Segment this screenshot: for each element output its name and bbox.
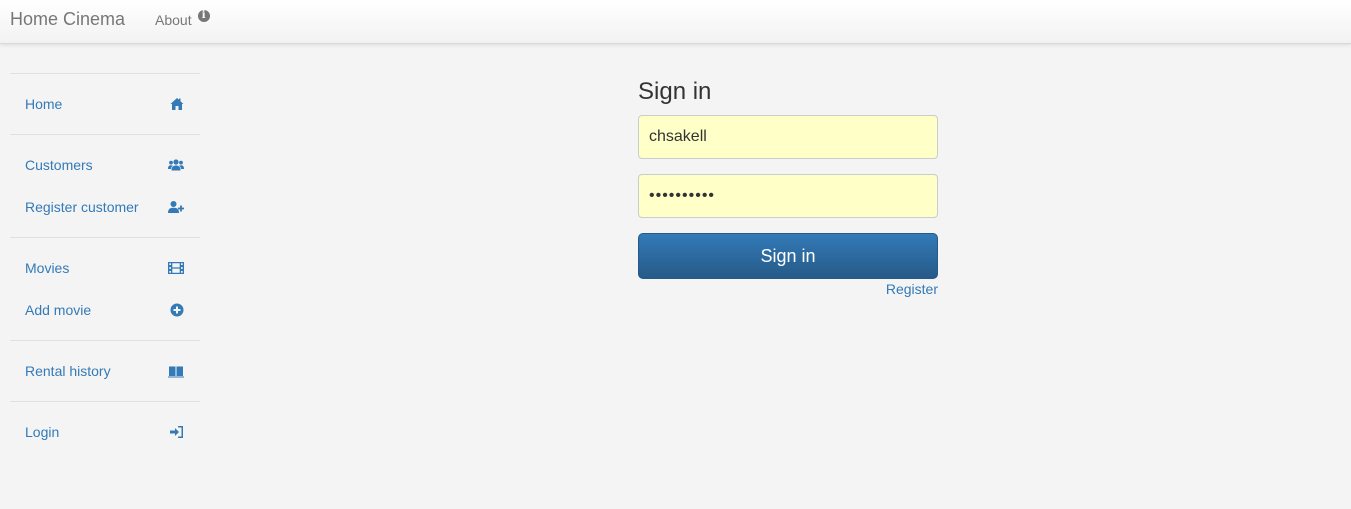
sidebar-item-register-customer[interactable]: Register customer bbox=[10, 186, 200, 228]
sidebar-item-label: Register customer bbox=[25, 199, 139, 215]
sidebar-item-login[interactable]: Login bbox=[10, 411, 200, 453]
signin-button[interactable]: Sign in bbox=[638, 233, 938, 279]
sidebar-item-movies[interactable]: Movies bbox=[10, 247, 200, 289]
register-link[interactable]: Register bbox=[638, 281, 938, 297]
sidebar-item-label: Customers bbox=[25, 157, 93, 173]
sidebar-item-customers[interactable]: Customers bbox=[10, 144, 200, 186]
sidebar-item-label: Home bbox=[25, 96, 63, 112]
plus-circle-icon bbox=[170, 303, 184, 317]
sidebar-item-label: Movies bbox=[25, 260, 70, 276]
sidebar-item-add-movie[interactable]: Add movie bbox=[10, 289, 200, 331]
password-input[interactable] bbox=[638, 174, 938, 218]
sidebar: Home Customers Register customer Movies bbox=[10, 73, 200, 462]
top-navbar: Home Cinema About i bbox=[0, 0, 1351, 44]
film-icon bbox=[168, 261, 184, 275]
sidebar-group-rental: Rental history bbox=[10, 340, 200, 401]
signin-title: Sign in bbox=[638, 78, 712, 105]
users-icon bbox=[168, 158, 184, 172]
sidebar-group-movies: Movies Add movie bbox=[10, 237, 200, 340]
sidebar-item-label: Rental history bbox=[25, 363, 111, 379]
sidebar-group-login: Login bbox=[10, 401, 200, 462]
info-circle-icon: i bbox=[197, 10, 210, 22]
sidebar-item-label: Login bbox=[25, 424, 60, 440]
sidebar-item-rental-history[interactable]: Rental history bbox=[10, 350, 200, 392]
sign-in-icon bbox=[170, 425, 184, 439]
brand-link[interactable]: Home Cinema bbox=[10, 9, 125, 30]
book-icon bbox=[168, 364, 184, 378]
sidebar-group-home: Home bbox=[10, 73, 200, 134]
nav-about-label: About bbox=[155, 12, 192, 28]
nav-about-link[interactable]: About i bbox=[155, 10, 210, 28]
username-input[interactable] bbox=[638, 115, 938, 159]
sidebar-group-customers: Customers Register customer bbox=[10, 134, 200, 237]
home-icon bbox=[170, 97, 184, 111]
sidebar-item-label: Add movie bbox=[25, 302, 92, 318]
user-plus-icon bbox=[168, 200, 184, 214]
sidebar-item-home[interactable]: Home bbox=[10, 83, 200, 125]
signin-form: Sign in Sign in Register bbox=[638, 78, 938, 297]
